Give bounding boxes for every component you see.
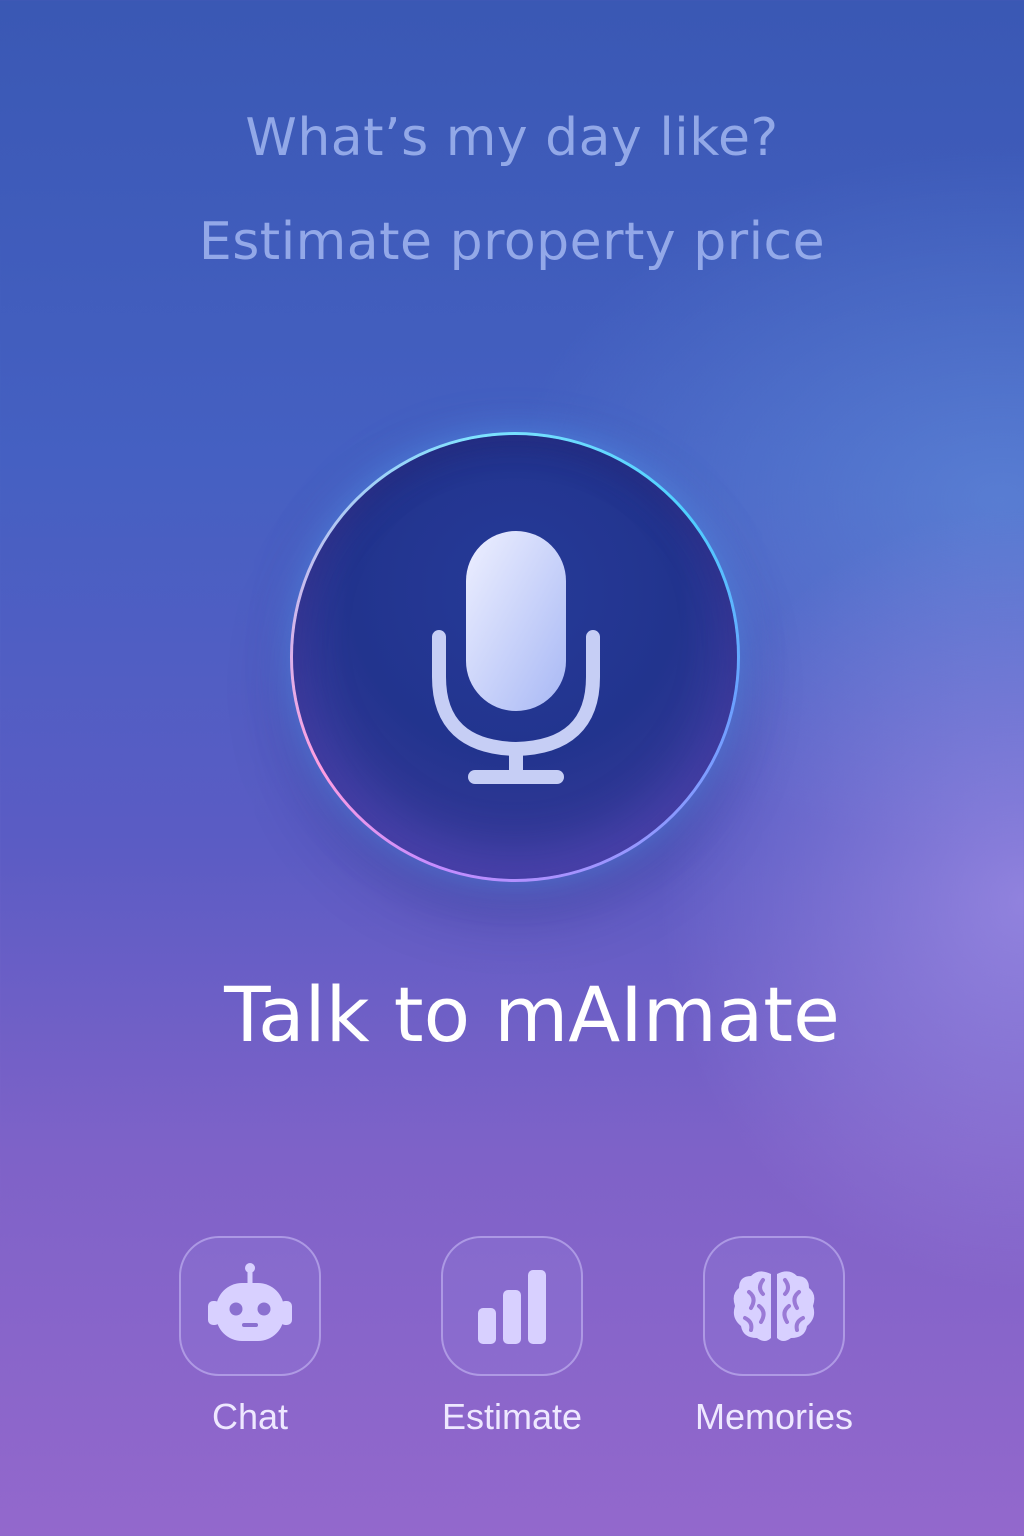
brain-icon xyxy=(733,1271,815,1341)
talk-mic-button[interactable] xyxy=(290,432,740,882)
suggestion-prompt-property[interactable]: Estimate property price xyxy=(0,212,1024,272)
nav-chat-button[interactable]: Chat xyxy=(150,1236,350,1438)
microphone-icon xyxy=(432,531,600,784)
robot-icon xyxy=(208,1263,292,1341)
nav-memories-label: Memories xyxy=(694,1396,854,1437)
suggestion-prompt-day[interactable]: What’s my day like? xyxy=(0,108,1024,168)
nav-memories-button[interactable]: Memories xyxy=(674,1236,874,1438)
nav-estimate-label: Estimate xyxy=(441,1396,583,1437)
nav-chat-tile xyxy=(179,1236,321,1376)
nav-estimate-button[interactable]: Estimate xyxy=(412,1236,612,1438)
nav-chat-label: Chat xyxy=(211,1396,289,1437)
nav-estimate-tile xyxy=(441,1236,583,1376)
mic-button-face xyxy=(293,435,737,879)
headline-title: Talk to mAImate xyxy=(224,970,840,1059)
bar-chart-icon xyxy=(478,1270,546,1344)
nav-memories-tile xyxy=(703,1236,845,1376)
